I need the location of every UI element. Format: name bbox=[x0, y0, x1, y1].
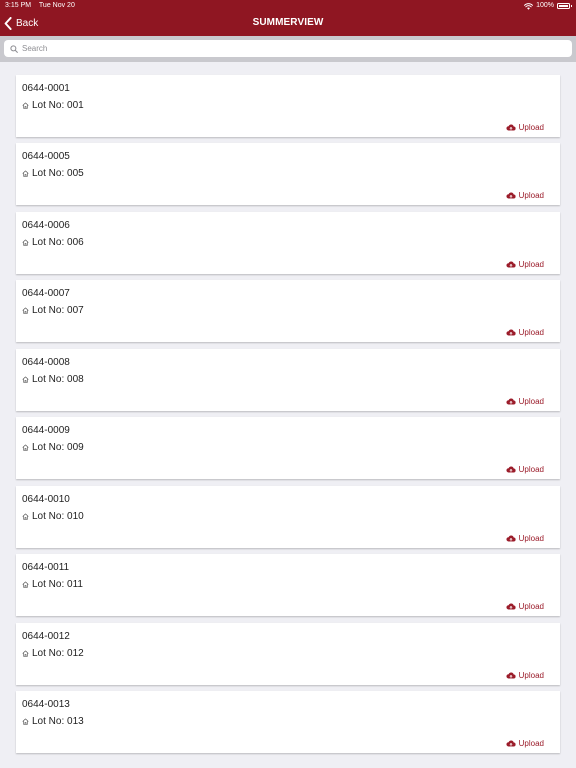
lot-number: Lot No: 013 bbox=[32, 716, 84, 727]
status-right: 100% bbox=[524, 0, 572, 12]
item-id: 0644-0009 bbox=[22, 425, 70, 436]
cloud-upload-icon bbox=[506, 672, 516, 679]
upload-button[interactable]: Upload bbox=[506, 123, 544, 132]
item-lot: Lot No: 005 bbox=[22, 168, 84, 179]
lot-number: Lot No: 009 bbox=[32, 442, 84, 453]
search-input[interactable] bbox=[22, 41, 572, 56]
lot-number: Lot No: 011 bbox=[32, 579, 83, 590]
search-box[interactable] bbox=[4, 40, 572, 57]
upload-button[interactable]: Upload bbox=[506, 602, 544, 611]
upload-label: Upload bbox=[518, 260, 544, 269]
item-lot: Lot No: 009 bbox=[22, 442, 84, 453]
item-id: 0644-0013 bbox=[22, 699, 70, 710]
lot-number: Lot No: 007 bbox=[32, 305, 84, 316]
item-lot: Lot No: 008 bbox=[22, 374, 84, 385]
home-icon bbox=[22, 650, 29, 657]
home-icon bbox=[22, 102, 29, 109]
cloud-upload-icon bbox=[506, 603, 516, 610]
cloud-upload-icon bbox=[506, 398, 516, 405]
upload-label: Upload bbox=[518, 328, 544, 337]
list-item[interactable]: 0644-0013 Lot No: 013 Upload bbox=[16, 691, 560, 753]
item-id: 0644-0006 bbox=[22, 220, 70, 231]
lot-number: Lot No: 006 bbox=[32, 237, 84, 248]
upload-label: Upload bbox=[518, 602, 544, 611]
list-item[interactable]: 0644-0011 Lot No: 011 Upload bbox=[16, 554, 560, 616]
home-icon bbox=[22, 239, 29, 246]
cloud-upload-icon bbox=[506, 124, 516, 131]
battery-icon bbox=[557, 3, 572, 9]
item-lot: Lot No: 013 bbox=[22, 716, 84, 727]
item-id: 0644-0012 bbox=[22, 631, 70, 642]
upload-label: Upload bbox=[518, 739, 544, 748]
upload-button[interactable]: Upload bbox=[506, 671, 544, 680]
home-icon bbox=[22, 581, 29, 588]
upload-button[interactable]: Upload bbox=[506, 397, 544, 406]
lot-number: Lot No: 008 bbox=[32, 374, 84, 385]
item-lot: Lot No: 011 bbox=[22, 579, 83, 590]
status-left: 3:15 PM Tue Nov 20 bbox=[5, 0, 81, 12]
list-item[interactable]: 0644-0008 Lot No: 008 Upload bbox=[16, 349, 560, 411]
upload-label: Upload bbox=[518, 534, 544, 543]
item-lot: Lot No: 006 bbox=[22, 237, 84, 248]
item-id: 0644-0007 bbox=[22, 288, 70, 299]
upload-label: Upload bbox=[518, 671, 544, 680]
item-lot: Lot No: 012 bbox=[22, 648, 84, 659]
list-item[interactable]: 0644-0005 Lot No: 005 Upload bbox=[16, 143, 560, 205]
upload-button[interactable]: Upload bbox=[506, 191, 544, 200]
list-item[interactable]: 0644-0001 Lot No: 001 Upload bbox=[16, 75, 560, 137]
item-id: 0644-0001 bbox=[22, 83, 70, 94]
upload-label: Upload bbox=[518, 123, 544, 132]
lot-number: Lot No: 010 bbox=[32, 511, 84, 522]
upload-button[interactable]: Upload bbox=[506, 328, 544, 337]
home-icon bbox=[22, 170, 29, 177]
home-icon bbox=[22, 307, 29, 314]
summary-list[interactable]: 0644-0001 Lot No: 001 Upload 0644-0005 L… bbox=[0, 62, 576, 768]
cloud-upload-icon bbox=[506, 192, 516, 199]
item-id: 0644-0011 bbox=[22, 562, 70, 573]
cloud-upload-icon bbox=[506, 466, 516, 473]
status-time: 3:15 PM bbox=[5, 2, 32, 9]
upload-button[interactable]: Upload bbox=[506, 739, 544, 748]
item-id: 0644-0005 bbox=[22, 151, 70, 162]
upload-label: Upload bbox=[518, 191, 544, 200]
home-icon bbox=[22, 376, 29, 383]
battery-percent: 100% bbox=[536, 2, 554, 9]
item-id: 0644-0010 bbox=[22, 494, 70, 505]
upload-button[interactable]: Upload bbox=[506, 260, 544, 269]
lot-number: Lot No: 005 bbox=[32, 168, 84, 179]
item-lot: Lot No: 001 bbox=[22, 100, 84, 111]
list-item[interactable]: 0644-0006 Lot No: 006 Upload bbox=[16, 212, 560, 274]
item-lot: Lot No: 010 bbox=[22, 511, 84, 522]
search-bar bbox=[0, 36, 576, 62]
home-icon bbox=[22, 444, 29, 451]
upload-label: Upload bbox=[518, 465, 544, 474]
cloud-upload-icon bbox=[506, 740, 516, 747]
cloud-upload-icon bbox=[506, 261, 516, 268]
nav-bar: Back SUMMERVIEW bbox=[0, 12, 576, 36]
item-lot: Lot No: 007 bbox=[22, 305, 84, 316]
search-icon bbox=[10, 44, 18, 53]
list-item[interactable]: 0644-0007 Lot No: 007 Upload bbox=[16, 280, 560, 342]
status-bar: 3:15 PM Tue Nov 20 100% bbox=[0, 0, 576, 12]
list-item[interactable]: 0644-0010 Lot No: 010 Upload bbox=[16, 486, 560, 548]
cloud-upload-icon bbox=[506, 329, 516, 336]
list-item[interactable]: 0644-0012 Lot No: 012 Upload bbox=[16, 623, 560, 685]
lot-number: Lot No: 001 bbox=[32, 100, 84, 111]
upload-label: Upload bbox=[518, 397, 544, 406]
home-icon bbox=[22, 513, 29, 520]
status-date: Tue Nov 20 bbox=[38, 2, 75, 9]
cloud-upload-icon bbox=[506, 535, 516, 542]
lot-number: Lot No: 012 bbox=[32, 648, 84, 659]
page-title: SUMMERVIEW bbox=[252, 17, 324, 28]
upload-button[interactable]: Upload bbox=[506, 534, 544, 543]
upload-button[interactable]: Upload bbox=[506, 465, 544, 474]
wifi-icon bbox=[524, 2, 534, 10]
item-id: 0644-0008 bbox=[22, 357, 70, 368]
list-item[interactable]: 0644-0009 Lot No: 009 Upload bbox=[16, 417, 560, 479]
home-icon bbox=[22, 718, 29, 725]
